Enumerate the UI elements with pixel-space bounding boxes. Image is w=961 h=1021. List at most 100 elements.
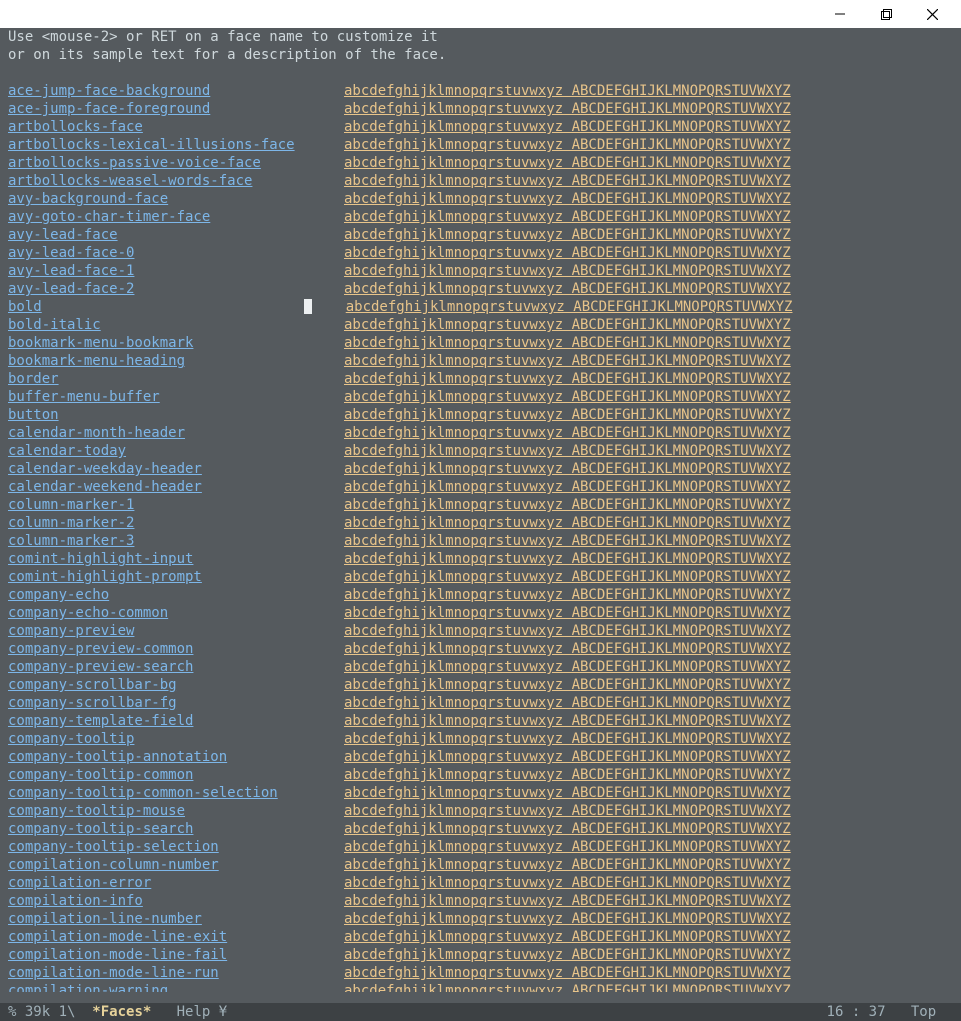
- face-sample-link[interactable]: abcdefghijklmnopqrstuvwxyz ABCDEFGHIJKLM…: [344, 622, 791, 640]
- face-name-link[interactable]: compilation-info: [8, 892, 344, 910]
- face-sample-link[interactable]: abcdefghijklmnopqrstuvwxyz ABCDEFGHIJKLM…: [344, 586, 791, 604]
- face-sample-link[interactable]: abcdefghijklmnopqrstuvwxyz ABCDEFGHIJKLM…: [344, 910, 791, 928]
- face-name-link[interactable]: calendar-weekend-header: [8, 478, 344, 496]
- face-name-link[interactable]: button: [8, 406, 344, 424]
- face-name-link[interactable]: compilation-mode-line-exit: [8, 928, 344, 946]
- face-sample-link[interactable]: abcdefghijklmnopqrstuvwxyz ABCDEFGHIJKLM…: [344, 316, 791, 334]
- face-sample-link[interactable]: abcdefghijklmnopqrstuvwxyz ABCDEFGHIJKLM…: [344, 388, 791, 406]
- face-name-link[interactable]: company-preview: [8, 622, 344, 640]
- face-sample-link[interactable]: abcdefghijklmnopqrstuvwxyz ABCDEFGHIJKLM…: [344, 478, 791, 496]
- face-sample-link[interactable]: abcdefghijklmnopqrstuvwxyz ABCDEFGHIJKLM…: [344, 640, 791, 658]
- face-sample-link[interactable]: abcdefghijklmnopqrstuvwxyz ABCDEFGHIJKLM…: [344, 82, 791, 100]
- face-sample-link[interactable]: abcdefghijklmnopqrstuvwxyz ABCDEFGHIJKLM…: [344, 964, 791, 982]
- face-sample-link[interactable]: abcdefghijklmnopqrstuvwxyz ABCDEFGHIJKLM…: [344, 100, 791, 118]
- face-name-link[interactable]: company-scrollbar-fg: [8, 694, 344, 712]
- face-sample-link[interactable]: abcdefghijklmnopqrstuvwxyz ABCDEFGHIJKLM…: [344, 856, 791, 874]
- face-sample-link[interactable]: abcdefghijklmnopqrstuvwxyz ABCDEFGHIJKLM…: [344, 154, 791, 172]
- face-name-link[interactable]: avy-lead-face-1: [8, 262, 344, 280]
- face-sample-link[interactable]: abcdefghijklmnopqrstuvwxyz ABCDEFGHIJKLM…: [344, 874, 791, 892]
- face-name-link[interactable]: company-scrollbar-bg: [8, 676, 344, 694]
- face-name-link[interactable]: compilation-mode-line-run: [8, 964, 344, 982]
- face-name-link[interactable]: company-tooltip-selection: [8, 838, 344, 856]
- face-sample-link[interactable]: abcdefghijklmnopqrstuvwxyz ABCDEFGHIJKLM…: [344, 712, 791, 730]
- minimize-button[interactable]: [817, 0, 863, 28]
- face-sample-link[interactable]: abcdefghijklmnopqrstuvwxyz ABCDEFGHIJKLM…: [344, 730, 791, 748]
- face-name-link[interactable]: avy-lead-face: [8, 226, 344, 244]
- face-name-link[interactable]: calendar-today: [8, 442, 344, 460]
- face-sample-link[interactable]: abcdefghijklmnopqrstuvwxyz ABCDEFGHIJKLM…: [344, 982, 791, 992]
- maximize-button[interactable]: [863, 0, 909, 28]
- close-button[interactable]: [909, 0, 955, 28]
- face-name-link[interactable]: company-tooltip-search: [8, 820, 344, 838]
- face-name-link[interactable]: avy-background-face: [8, 190, 344, 208]
- face-name-link[interactable]: column-marker-1: [8, 496, 344, 514]
- face-sample-link[interactable]: abcdefghijklmnopqrstuvwxyz ABCDEFGHIJKLM…: [344, 226, 791, 244]
- face-sample-link[interactable]: abcdefghijklmnopqrstuvwxyz ABCDEFGHIJKLM…: [344, 136, 791, 154]
- face-sample-link[interactable]: abcdefghijklmnopqrstuvwxyz ABCDEFGHIJKLM…: [344, 334, 791, 352]
- face-sample-link[interactable]: abcdefghijklmnopqrstuvwxyz ABCDEFGHIJKLM…: [344, 946, 791, 964]
- face-name-link[interactable]: company-template-field: [8, 712, 344, 730]
- face-name-link[interactable]: company-echo: [8, 586, 344, 604]
- face-sample-link[interactable]: abcdefghijklmnopqrstuvwxyz ABCDEFGHIJKLM…: [344, 550, 791, 568]
- face-sample-link[interactable]: abcdefghijklmnopqrstuvwxyz ABCDEFGHIJKLM…: [344, 172, 791, 190]
- face-sample-link[interactable]: abcdefghijklmnopqrstuvwxyz ABCDEFGHIJKLM…: [344, 676, 791, 694]
- face-name-link[interactable]: company-tooltip-common: [8, 766, 344, 784]
- face-sample-link[interactable]: abcdefghijklmnopqrstuvwxyz ABCDEFGHIJKLM…: [344, 442, 791, 460]
- face-sample-link[interactable]: abcdefghijklmnopqrstuvwxyz ABCDEFGHIJKLM…: [344, 280, 791, 298]
- face-sample-link[interactable]: abcdefghijklmnopqrstuvwxyz ABCDEFGHIJKLM…: [344, 766, 791, 784]
- face-name-link[interactable]: artbollocks-weasel-words-face: [8, 172, 344, 190]
- face-name-link[interactable]: compilation-mode-line-fail: [8, 946, 344, 964]
- face-sample-link[interactable]: abcdefghijklmnopqrstuvwxyz ABCDEFGHIJKLM…: [344, 748, 791, 766]
- face-name-link[interactable]: artbollocks-lexical-illusions-face: [8, 136, 344, 154]
- face-name-link[interactable]: ace-jump-face-background: [8, 82, 344, 100]
- face-sample-link[interactable]: abcdefghijklmnopqrstuvwxyz ABCDEFGHIJKLM…: [344, 694, 791, 712]
- face-sample-link[interactable]: abcdefghijklmnopqrstuvwxyz ABCDEFGHIJKLM…: [344, 892, 791, 910]
- face-name-link[interactable]: company-echo-common: [8, 604, 344, 622]
- face-sample-link[interactable]: abcdefghijklmnopqrstuvwxyz ABCDEFGHIJKLM…: [344, 568, 791, 586]
- face-sample-link[interactable]: abcdefghijklmnopqrstuvwxyz ABCDEFGHIJKLM…: [344, 514, 791, 532]
- face-sample-link[interactable]: abcdefghijklmnopqrstuvwxyz ABCDEFGHIJKLM…: [344, 496, 791, 514]
- face-name-link[interactable]: artbollocks-passive-voice-face: [8, 154, 344, 172]
- face-sample-link[interactable]: abcdefghijklmnopqrstuvwxyz ABCDEFGHIJKLM…: [344, 820, 791, 838]
- face-name-link[interactable]: bookmark-menu-heading: [8, 352, 344, 370]
- face-name-link[interactable]: border: [8, 370, 344, 388]
- face-sample-link[interactable]: abcdefghijklmnopqrstuvwxyz ABCDEFGHIJKLM…: [344, 784, 791, 802]
- face-name-link[interactable]: column-marker-2: [8, 514, 344, 532]
- face-name-link[interactable]: compilation-column-number: [8, 856, 344, 874]
- face-sample-link[interactable]: abcdefghijklmnopqrstuvwxyz ABCDEFGHIJKLM…: [344, 802, 791, 820]
- face-sample-link[interactable]: abcdefghijklmnopqrstuvwxyz ABCDEFGHIJKLM…: [344, 208, 791, 226]
- face-name-link[interactable]: buffer-menu-buffer: [8, 388, 344, 406]
- face-name-link[interactable]: company-preview-common: [8, 640, 344, 658]
- face-sample-link[interactable]: abcdefghijklmnopqrstuvwxyz ABCDEFGHIJKLM…: [344, 262, 791, 280]
- face-name-link[interactable]: comint-highlight-input: [8, 550, 344, 568]
- face-sample-link[interactable]: abcdefghijklmnopqrstuvwxyz ABCDEFGHIJKLM…: [344, 838, 791, 856]
- face-sample-link[interactable]: abcdefghijklmnopqrstuvwxyz ABCDEFGHIJKLM…: [344, 118, 791, 136]
- face-name-link[interactable]: column-marker-3: [8, 532, 344, 550]
- face-name-link[interactable]: calendar-month-header: [8, 424, 344, 442]
- face-name-link[interactable]: calendar-weekday-header: [8, 460, 344, 478]
- face-sample-link[interactable]: abcdefghijklmnopqrstuvwxyz ABCDEFGHIJKLM…: [344, 460, 791, 478]
- face-name-link[interactable]: avy-goto-char-timer-face: [8, 208, 344, 226]
- face-name-link[interactable]: company-tooltip-annotation: [8, 748, 344, 766]
- faces-buffer[interactable]: Use <mouse-2> or RET on a face name to c…: [0, 28, 961, 992]
- face-sample-link[interactable]: abcdefghijklmnopqrstuvwxyz ABCDEFGHIJKLM…: [344, 352, 791, 370]
- face-name-link[interactable]: comint-highlight-prompt: [8, 568, 344, 586]
- face-name-link[interactable]: company-tooltip-common-selection: [8, 784, 344, 802]
- face-name-link[interactable]: ace-jump-face-foreground: [8, 100, 344, 118]
- face-sample-link[interactable]: abcdefghijklmnopqrstuvwxyz ABCDEFGHIJKLM…: [344, 244, 791, 262]
- face-name-link[interactable]: artbollocks-face: [8, 118, 344, 136]
- face-name-link[interactable]: company-tooltip-mouse: [8, 802, 344, 820]
- face-name-link[interactable]: compilation-error: [8, 874, 344, 892]
- face-name-link[interactable]: bold-italic: [8, 316, 344, 334]
- mode-line[interactable]: % 39k 1\ *Faces* Help ¥ 16 : 37 Top: [0, 1003, 961, 1021]
- face-sample-link[interactable]: abcdefghijklmnopqrstuvwxyz ABCDEFGHIJKLM…: [344, 604, 791, 622]
- face-sample-link[interactable]: abcdefghijklmnopqrstuvwxyz ABCDEFGHIJKLM…: [344, 658, 791, 676]
- face-name-link[interactable]: company-preview-search: [8, 658, 344, 676]
- face-sample-link[interactable]: abcdefghijklmnopqrstuvwxyz ABCDEFGHIJKLM…: [344, 406, 791, 424]
- face-name-link[interactable]: compilation-line-number: [8, 910, 344, 928]
- face-name-link[interactable]: avy-lead-face-0: [8, 244, 344, 262]
- face-sample-link[interactable]: abcdefghijklmnopqrstuvwxyz ABCDEFGHIJKLM…: [344, 190, 791, 208]
- face-sample-link[interactable]: abcdefghijklmnopqrstuvwxyz ABCDEFGHIJKLM…: [344, 532, 791, 550]
- face-name-link[interactable]: bookmark-menu-bookmark: [8, 334, 344, 352]
- face-name-link[interactable]: compilation-warning: [8, 982, 344, 992]
